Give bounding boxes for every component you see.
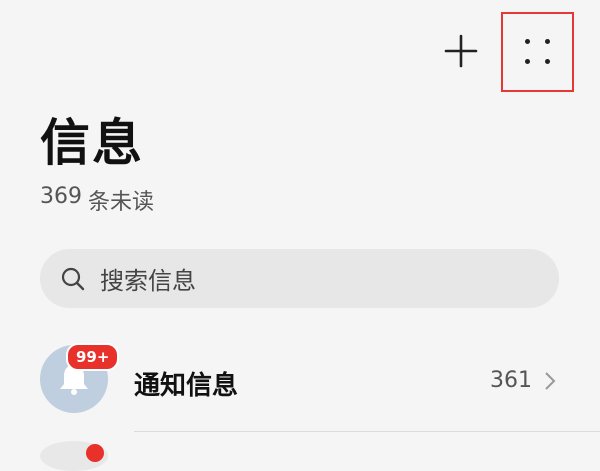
plus-icon — [444, 34, 478, 68]
unread-badge: 99+ — [66, 343, 120, 371]
four-dots-icon — [524, 39, 551, 65]
conversation-title: 通知信息 — [134, 371, 239, 401]
add-button[interactable] — [438, 28, 484, 74]
top-bar — [0, 0, 600, 100]
conversation-item-notifications[interactable]: 99+ 通知信息 361 — [0, 335, 600, 431]
unread-count: 369 — [40, 184, 82, 209]
chevron-right-icon — [545, 372, 556, 390]
page-title: 信息 — [40, 114, 144, 172]
unread-summary: 369 条未读 — [40, 184, 154, 216]
next-conversation-badge — [86, 444, 104, 462]
list-divider — [134, 431, 600, 432]
search-bar[interactable]: 搜索信息 — [40, 249, 559, 308]
search-icon — [61, 267, 85, 290]
more-options-button[interactable] — [501, 12, 574, 92]
search-placeholder: 搜索信息 — [100, 267, 196, 295]
conversation-count: 361 — [490, 368, 532, 393]
unread-label: 条未读 — [88, 190, 155, 215]
